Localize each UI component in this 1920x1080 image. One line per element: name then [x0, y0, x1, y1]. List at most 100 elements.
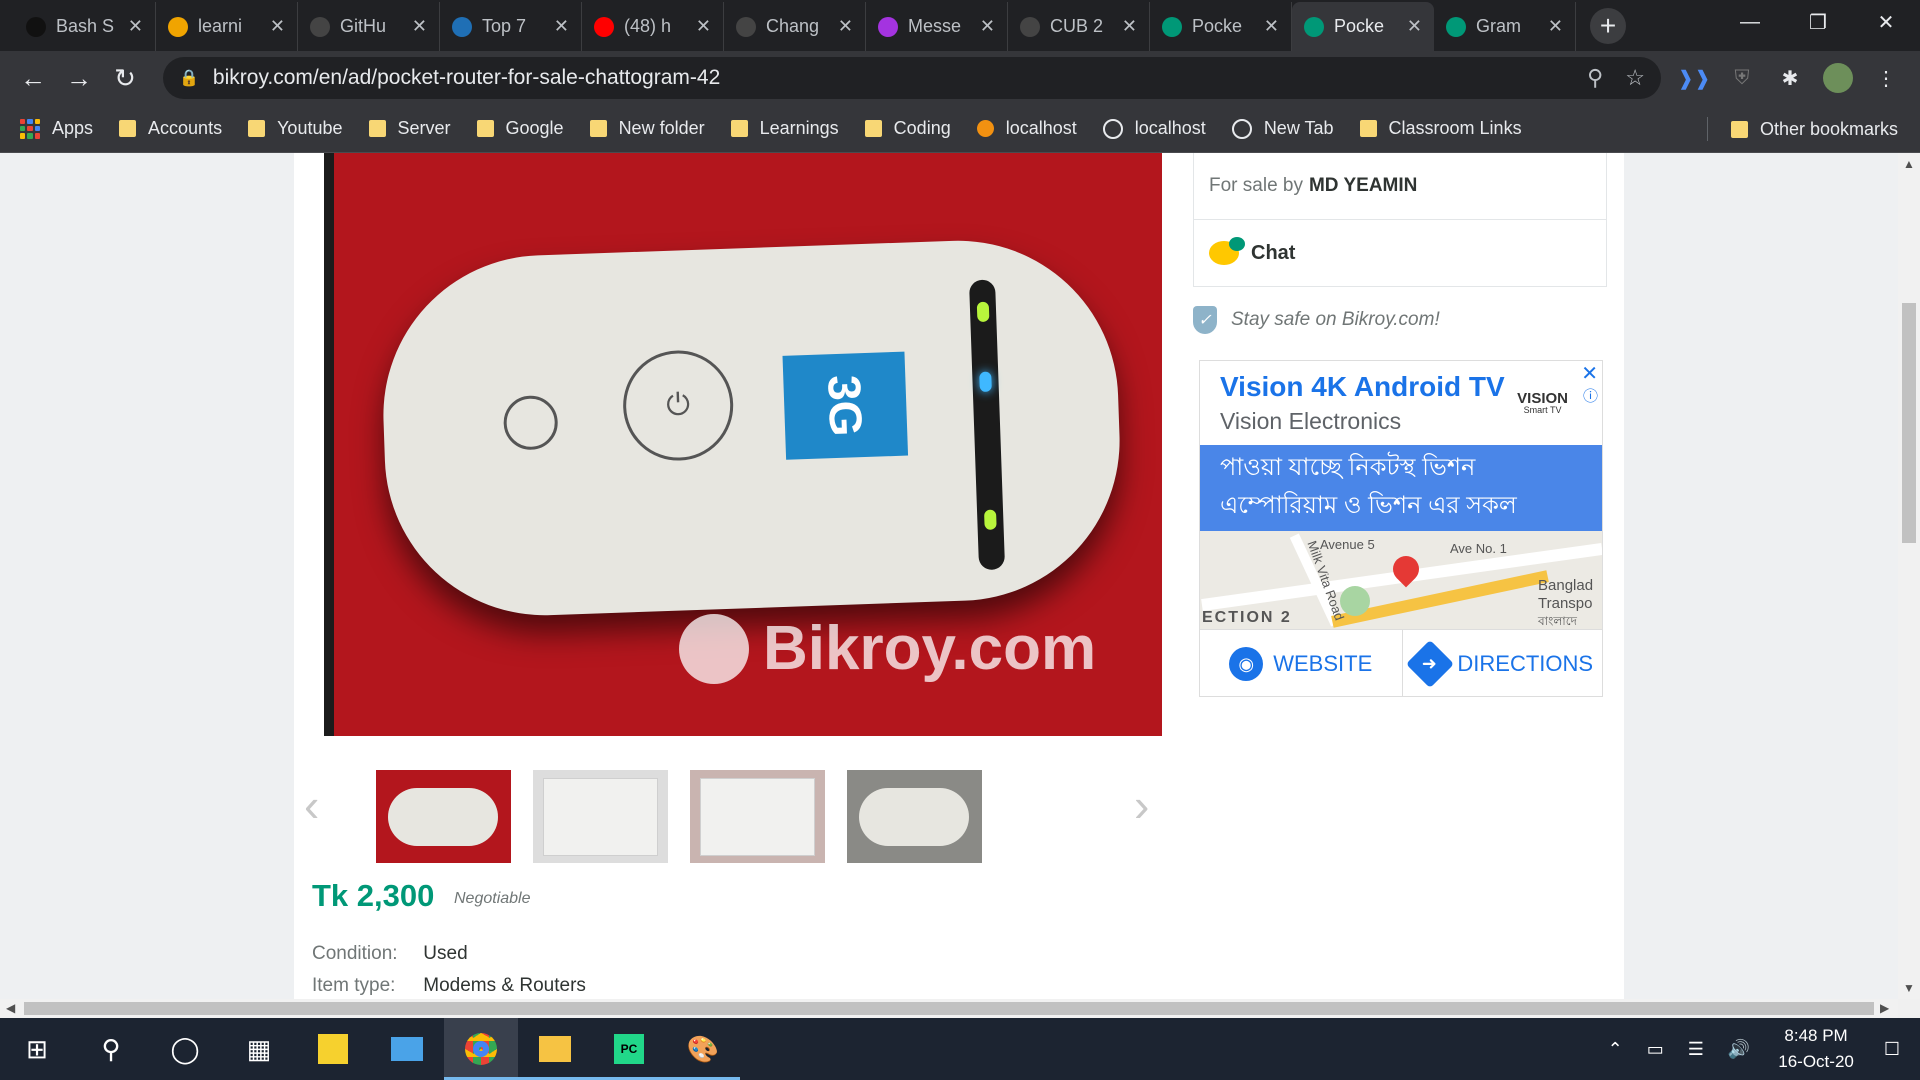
seller-name[interactable]: MD YEAMIN — [1309, 175, 1417, 197]
tab-close-icon[interactable]: ✕ — [838, 16, 853, 37]
advertisement[interactable]: Vision 4K Android TV Vision Electronics … — [1199, 360, 1603, 697]
bookmark-apps[interactable]: Apps — [20, 118, 93, 139]
chrome-icon[interactable] — [444, 1018, 518, 1080]
attribute-condition: Condition: Used — [312, 943, 468, 965]
reload-icon[interactable]: ↻ — [102, 58, 148, 98]
browser-tab-7[interactable]: Messe ✕ — [866, 2, 1008, 51]
browser-tab-10[interactable]: Pocke ✕ — [1292, 2, 1434, 51]
bookmark-new-folder[interactable]: New folder — [589, 118, 705, 139]
vertical-scroll-thumb[interactable] — [1902, 303, 1916, 543]
prev-arrow-icon[interactable]: ‹ — [304, 778, 319, 832]
scroll-left-icon[interactable]: ◀ — [6, 1001, 15, 1015]
bookmark-localhost[interactable]: localhost — [1102, 118, 1206, 139]
main-product-image[interactable]: ⏻ 3G Bikroy.com — [324, 153, 1162, 736]
extension-audio-icon[interactable]: ❱❱ — [1674, 57, 1714, 99]
browser-tab-6[interactable]: Chang ✕ — [724, 2, 866, 51]
chat-button[interactable]: Chat — [1194, 220, 1606, 286]
bookmark-learnings[interactable]: Learnings — [730, 118, 839, 139]
ad-title[interactable]: Vision 4K Android TV — [1220, 371, 1505, 403]
minimize-icon[interactable]: — — [1716, 0, 1784, 44]
tab-close-icon[interactable]: ✕ — [270, 16, 285, 37]
tab-close-icon[interactable]: ✕ — [554, 16, 569, 37]
browser-tab-2[interactable]: learni ✕ — [156, 2, 298, 51]
bookmark-label: localhost — [1134, 118, 1206, 138]
scroll-up-icon[interactable]: ▲ — [1903, 157, 1915, 171]
attribute-key: Condition: — [312, 943, 398, 964]
tab-close-icon[interactable]: ✕ — [1264, 16, 1279, 37]
tab-close-icon[interactable]: ✕ — [1122, 16, 1137, 37]
extensions-puzzle-icon[interactable]: ✱ — [1770, 57, 1810, 99]
desktop-app-icon[interactable] — [370, 1018, 444, 1080]
ad-info-icon[interactable]: ⓘ — [1583, 385, 1598, 406]
cortana-icon[interactable]: ◯ — [148, 1018, 222, 1080]
ad-close-icon[interactable]: ✕ — [1581, 361, 1598, 386]
sticky-notes-icon[interactable] — [296, 1018, 370, 1080]
thumbnail-3[interactable] — [690, 770, 825, 863]
restore-icon[interactable]: ❐ — [1784, 0, 1852, 44]
wifi-icon[interactable]: ☰ — [1688, 1039, 1704, 1060]
action-center-icon[interactable]: ☐ — [1884, 1039, 1900, 1060]
bookmark-new-tab[interactable]: New Tab — [1231, 118, 1334, 139]
bookmark-youtube[interactable]: Youtube — [248, 118, 343, 139]
attribute-key: Item type: — [312, 975, 396, 996]
search-icon[interactable]: ⚲ — [74, 1018, 148, 1080]
scroll-right-icon[interactable]: ▶ — [1880, 1001, 1889, 1015]
next-arrow-icon[interactable]: › — [1134, 778, 1149, 832]
led-icon — [979, 371, 992, 393]
profile-avatar[interactable] — [1818, 57, 1858, 99]
ad-website-button[interactable]: ◉ WEBSITE — [1200, 630, 1403, 696]
browser-tab-3[interactable]: GitHu ✕ — [298, 2, 440, 51]
windows-start-icon[interactable]: ⊞ — [0, 1018, 74, 1080]
tab-close-icon[interactable]: ✕ — [1548, 16, 1563, 37]
thumbnail-2[interactable] — [533, 770, 668, 863]
lock-icon[interactable]: 🔒 — [179, 68, 199, 88]
clock[interactable]: 8:48 PM 16-Oct-20 — [1778, 1023, 1854, 1075]
url-text[interactable]: bikroy.com/en/ad/pocket-router-for-sale-… — [213, 66, 1565, 90]
tab-close-icon[interactable]: ✕ — [696, 16, 711, 37]
ad-directions-button[interactable]: ➜ DIRECTIONS — [1403, 630, 1603, 696]
paint-icon[interactable]: 🎨 — [666, 1018, 740, 1080]
file-explorer-icon[interactable] — [518, 1018, 592, 1080]
scroll-down-icon[interactable]: ▼ — [1903, 981, 1915, 995]
task-view-icon[interactable]: ▦ — [222, 1018, 296, 1080]
tab-close-icon[interactable]: ✕ — [980, 16, 995, 37]
new-tab-button[interactable]: + — [1590, 8, 1626, 44]
volume-icon[interactable]: 🔊 — [1728, 1039, 1750, 1060]
tab-close-icon[interactable]: ✕ — [1407, 16, 1422, 37]
close-window-icon[interactable]: ✕ — [1852, 0, 1920, 44]
thumbnail-4[interactable] — [847, 770, 982, 863]
horizontal-scroll-thumb[interactable] — [24, 1002, 1874, 1015]
bookmark-server[interactable]: Server — [368, 118, 451, 139]
safety-link[interactable]: ✓ Stay safe on Bikroy.com! — [1193, 303, 1440, 337]
back-icon[interactable]: ← — [10, 58, 56, 98]
bookmark-classroom-links[interactable]: Classroom Links — [1359, 118, 1522, 139]
bookmark-other[interactable]: Other bookmarks — [1730, 105, 1898, 153]
browser-tab-4[interactable]: Top 7 ✕ — [440, 2, 582, 51]
browser-tab-9[interactable]: Pocke ✕ — [1150, 2, 1292, 51]
bookmark-localhost-pma[interactable]: localhost — [976, 118, 1077, 139]
tab-close-icon[interactable]: ✕ — [128, 16, 143, 37]
tab-close-icon[interactable]: ✕ — [412, 16, 427, 37]
pycharm-icon[interactable]: PC — [592, 1018, 666, 1080]
browser-tab-11[interactable]: Gram ✕ — [1434, 2, 1576, 51]
bookmark-accounts[interactable]: Accounts — [119, 118, 222, 139]
address-bar[interactable]: 🔒 bikroy.com/en/ad/pocket-router-for-sal… — [163, 57, 1661, 99]
browser-tab-8[interactable]: CUB 2 ✕ — [1008, 2, 1150, 51]
horizontal-scrollbar[interactable]: ◀ ▶ — [0, 999, 1898, 1018]
ad-map[interactable]: Avenue 5 Ave No. 1 Milk Vita Road ECTION… — [1200, 531, 1602, 629]
map-label: বাংলাদে — [1538, 614, 1577, 628]
browser-tab-5[interactable]: (48) h ✕ — [582, 2, 724, 51]
forward-icon[interactable]: → — [56, 58, 102, 98]
bookmark-coding[interactable]: Coding — [864, 118, 951, 139]
bookmark-star-icon[interactable]: ☆ — [1625, 65, 1645, 91]
vertical-scrollbar[interactable]: ▲ ▼ — [1898, 153, 1920, 999]
tray-chevron-icon[interactable]: ⌃ — [1608, 1039, 1623, 1060]
extension-shield-icon[interactable]: ⛨ — [1722, 57, 1762, 99]
bookmark-google[interactable]: Google — [476, 118, 564, 139]
bikroy-logo-icon — [679, 613, 749, 684]
battery-icon[interactable]: ▭ — [1647, 1039, 1664, 1060]
thumbnail-1[interactable] — [376, 770, 511, 863]
zoom-icon[interactable]: ⚲ — [1587, 65, 1603, 91]
menu-kebab-icon[interactable]: ⋮ — [1866, 57, 1906, 99]
browser-tab-1[interactable]: Bash S ✕ — [14, 2, 156, 51]
